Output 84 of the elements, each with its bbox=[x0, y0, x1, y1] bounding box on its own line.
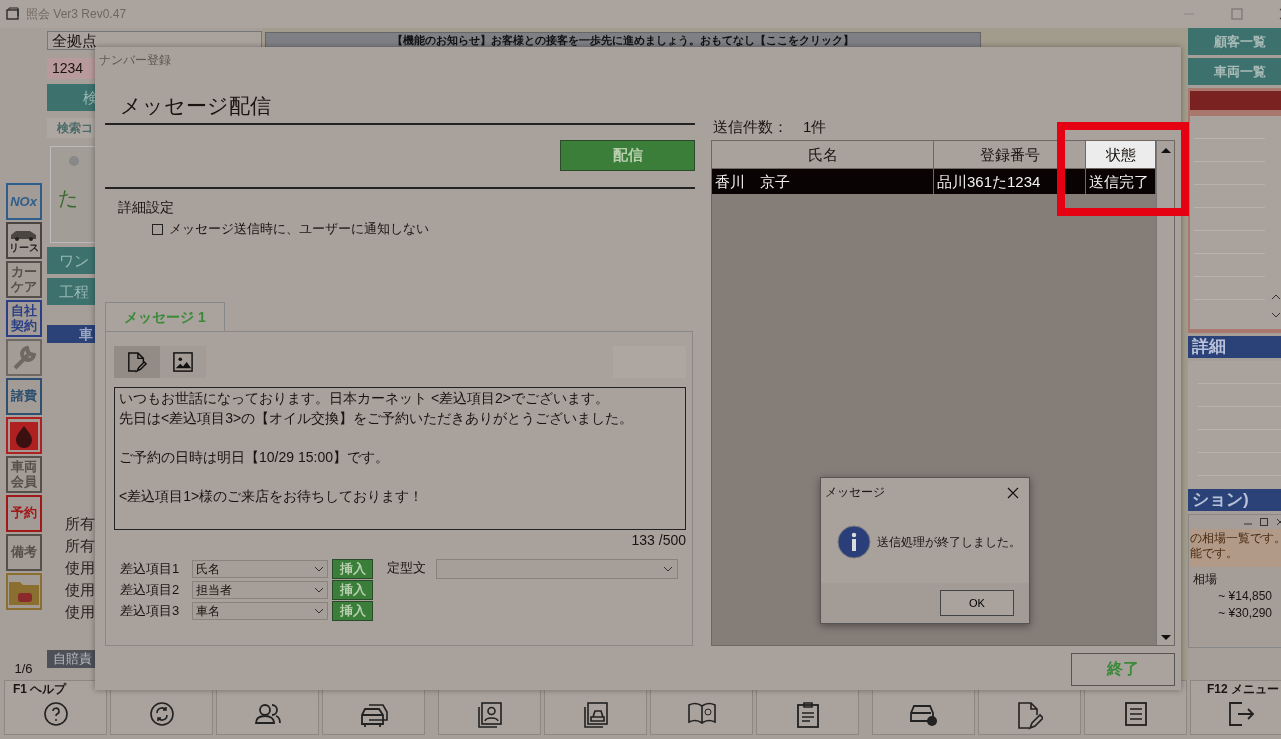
field-label: 使用 bbox=[65, 558, 95, 578]
detail-header: 詳細 bbox=[1188, 336, 1281, 358]
sidebar-button[interactable]: 車両会員 bbox=[5, 456, 42, 493]
function-key[interactable]: F1 ヘルプ bbox=[4, 680, 107, 735]
list-button[interactable]: 顧客一覧 bbox=[1188, 28, 1281, 55]
clipboard-icon bbox=[795, 701, 820, 729]
send-button[interactable]: 配信 bbox=[560, 140, 695, 171]
sync-icon bbox=[148, 701, 175, 727]
book-icon bbox=[686, 701, 717, 725]
insert-label: 差込項目3 bbox=[120, 602, 181, 620]
template-label: 定型文 bbox=[387, 559, 426, 577]
list-button[interactable]: 車両一覧 bbox=[1188, 58, 1281, 85]
plate-hole bbox=[69, 156, 79, 166]
character-count: 133 /500 bbox=[631, 532, 686, 548]
portrait-icon bbox=[476, 701, 503, 729]
table-cell: 品川361た1234 bbox=[934, 169, 1086, 194]
people-icon bbox=[253, 701, 282, 727]
image-icon bbox=[173, 352, 193, 372]
ok-button[interactable]: OK bbox=[940, 590, 1014, 616]
price-cell-text: ~ ¥14,850 bbox=[1217, 588, 1273, 605]
insert-button[interactable]: 挿入 bbox=[332, 559, 373, 579]
document-edit-icon bbox=[127, 351, 147, 373]
app-icon bbox=[6, 7, 20, 21]
insert-label: 差込項目2 bbox=[120, 581, 181, 599]
message-tab[interactable]: メッセージ 1 bbox=[105, 302, 225, 331]
dialog-heading: メッセージ配信 bbox=[105, 92, 695, 125]
mode-button[interactable] bbox=[114, 346, 160, 378]
section-label: 詳細設定 bbox=[117, 199, 175, 217]
insert-select[interactable]: 担当者 bbox=[192, 581, 328, 599]
info-icon bbox=[837, 525, 871, 559]
plate-kana: た bbox=[58, 186, 78, 211]
scroll-up-icon[interactable] bbox=[1160, 147, 1171, 153]
insert-button[interactable]: 挿入 bbox=[332, 601, 373, 621]
close-icon[interactable] bbox=[1007, 486, 1019, 499]
field-label: 所有 bbox=[65, 536, 95, 556]
message-box-title: メッセージ bbox=[825, 484, 885, 501]
scrollbar[interactable] bbox=[1156, 141, 1174, 645]
price-cell-text: ~ ¥30,290 bbox=[1217, 605, 1273, 622]
document-icon bbox=[1123, 701, 1148, 727]
note-text: の相場一覧です。 bbox=[1190, 531, 1281, 546]
message-text-area[interactable]: いつもお世話になっております。日本カーネット <差込項目2>でございます。 先日は<差込項目3>の【オイル交換】をご予約いただきありがとうございました。 ご予約の日時は明日【10/29 15:00】です。 <差込項目1>様のご来店をお待ちしております！ bbox=[114, 387, 686, 530]
table-row[interactable]: 香川 京子 品川361た1234 送信完了 bbox=[712, 169, 1156, 194]
field-label: 使用 bbox=[65, 580, 95, 600]
checkbox[interactable] bbox=[152, 223, 163, 235]
scroll-down-icon[interactable] bbox=[1160, 635, 1171, 641]
dropdown-icon bbox=[314, 587, 324, 593]
option-header: ション) bbox=[1188, 489, 1281, 511]
sidebar-button[interactable]: 自社契約 bbox=[5, 300, 42, 337]
message-text: 送信処理が終了しました。 bbox=[877, 533, 1021, 551]
table-cell: 香川 京子 bbox=[712, 169, 934, 194]
album-icon bbox=[582, 701, 609, 729]
scroll-arrows-icon[interactable] bbox=[1271, 293, 1281, 319]
field-label: 所有 bbox=[65, 514, 95, 534]
insert-select[interactable]: 車名 bbox=[192, 602, 328, 620]
dropdown-icon bbox=[314, 566, 324, 572]
sidebar-button[interactable]: リース bbox=[5, 222, 42, 259]
page-counter: 1/6 bbox=[14, 661, 33, 676]
insert-select[interactable]: 氏名 bbox=[192, 560, 328, 578]
sidebar-button[interactable]: 備考 bbox=[5, 534, 42, 571]
exit-icon bbox=[1227, 701, 1256, 727]
maximize-icon[interactable] bbox=[1260, 518, 1268, 526]
document-edit-icon bbox=[1016, 701, 1043, 731]
sidebar-button[interactable]: 予約 bbox=[5, 495, 42, 532]
column-header: 状態 bbox=[1086, 141, 1156, 169]
sidebar-button[interactable]: NOx bbox=[5, 183, 42, 220]
field-label: 使用 bbox=[65, 602, 95, 622]
function-key[interactable]: F12 メニュー bbox=[1190, 680, 1281, 735]
sidebar-button[interactable] bbox=[5, 417, 42, 454]
dropdown-icon bbox=[314, 608, 324, 614]
insert-label: 差込項目1 bbox=[120, 560, 181, 578]
sidebar-button[interactable]: カーケア bbox=[5, 261, 42, 298]
sent-count: 送信件数： 1件 bbox=[713, 118, 828, 137]
sidebar-button[interactable] bbox=[5, 573, 42, 610]
dropdown-icon bbox=[663, 566, 673, 572]
help-icon bbox=[42, 701, 69, 727]
close-button[interactable]: 終了 bbox=[1071, 653, 1175, 686]
column-header: 相場 bbox=[1193, 571, 1218, 588]
insert-button[interactable]: 挿入 bbox=[332, 580, 373, 600]
sidebar-button[interactable]: 諸費 bbox=[5, 378, 42, 415]
note-text: 能です。 bbox=[1190, 546, 1239, 561]
drop-icon bbox=[8, 420, 39, 451]
cars-icon bbox=[358, 701, 389, 729]
notice-banner[interactable]: 【機能のお知らせ】お客様との接客を一歩先に進めましょう。おもてなし【ここをクリック】 bbox=[265, 32, 981, 48]
checkbox-label: メッセージ送信時に、ユーザーに通知しない bbox=[169, 220, 429, 238]
